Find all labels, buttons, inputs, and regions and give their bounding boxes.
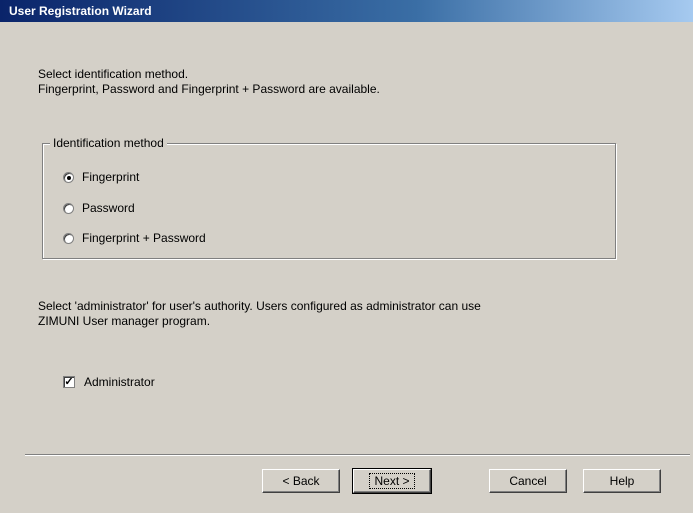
title-bar: User Registration Wizard: [0, 0, 693, 22]
radio-label-password[interactable]: Password: [82, 201, 135, 215]
next-button-label[interactable]: Next >: [369, 473, 415, 489]
checkmark-icon[interactable]: ✓: [63, 376, 75, 388]
intro-text: Select identification method. Fingerprin…: [38, 67, 380, 97]
radio-label-fingerprint[interactable]: Fingerprint: [82, 170, 139, 184]
authority-line-2: ZIMUNI User manager program.: [38, 314, 211, 328]
radio-button-icon[interactable]: [63, 202, 74, 214]
radio-label-fingerprint-password[interactable]: Fingerprint + Password: [82, 231, 206, 245]
help-button[interactable]: Help: [583, 469, 661, 493]
next-button[interactable]: Next >: [352, 468, 432, 494]
window-title: User Registration Wizard: [9, 4, 152, 18]
radio-fingerprint-password[interactable]: Fingerprint + Password: [63, 231, 206, 245]
administrator-label[interactable]: Administrator: [84, 375, 155, 389]
radio-button-icon[interactable]: [63, 232, 74, 244]
intro-line-1: Select identification method.: [38, 67, 189, 81]
group-title: Identification method: [50, 136, 167, 150]
separator-line: [25, 454, 690, 456]
intro-line-2: Fingerprint, Password and Fingerprint + …: [38, 82, 380, 96]
administrator-checkbox-row[interactable]: ✓ Administrator: [63, 375, 155, 389]
authority-line-1: Select 'administrator' for user's author…: [38, 299, 481, 313]
radio-button-icon[interactable]: [63, 171, 74, 183]
back-button[interactable]: < Back: [262, 469, 340, 493]
cancel-button[interactable]: Cancel: [489, 469, 567, 493]
radio-fingerprint[interactable]: Fingerprint: [63, 170, 139, 184]
authority-description: Select 'administrator' for user's author…: [38, 299, 481, 329]
radio-password[interactable]: Password: [63, 201, 135, 215]
